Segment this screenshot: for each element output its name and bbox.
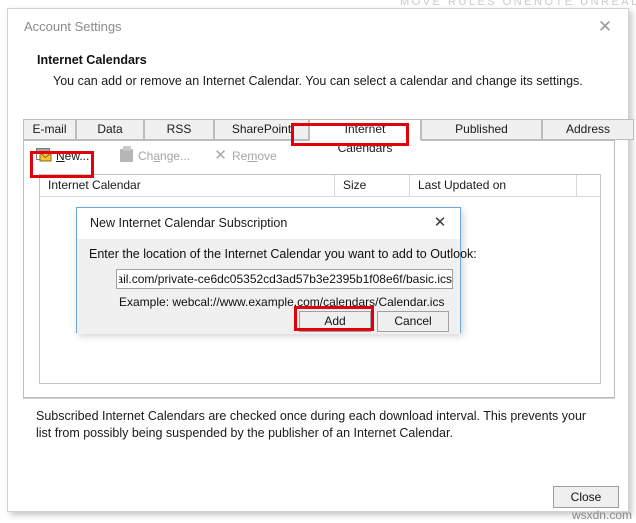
tab-label: Internet Calendars <box>337 122 393 155</box>
background-ribbon-text: MOVE RULES ONENOTE UNREAD FOLLOW <box>400 0 636 8</box>
tab-sharepoint-lists[interactable]: SharePoint Lists <box>214 119 309 155</box>
header-subtext: You can add or remove an Internet Calend… <box>53 74 583 88</box>
new-internet-calendar-subscription-dialog: New Internet Calendar Subscription ✕ Ent… <box>76 207 477 334</box>
description-box: Subscribed Internet Calendars are checke… <box>23 398 615 478</box>
site-watermark: wsxdn.com <box>571 508 632 522</box>
description-text: Subscribed Internet Calendars are checke… <box>36 409 587 440</box>
close-button[interactable]: Close <box>553 486 619 508</box>
add-button[interactable]: Add <box>299 311 371 332</box>
remove-x-icon: ✕ <box>214 147 227 164</box>
toolbar: New... Change... ✕ Remove <box>24 141 614 172</box>
column-header-label: Internet Calendar <box>48 178 141 192</box>
modal-example-label: Example: webcal://www.example.com/calend… <box>119 295 445 309</box>
header-heading: Internet Calendars <box>37 53 147 67</box>
tabstrip: E-mail Data Files RSS Feeds SharePoint L… <box>23 119 634 155</box>
close-icon[interactable]: ✕ <box>592 15 618 39</box>
modal-titlebar: New Internet Calendar Subscription ✕ <box>77 208 460 239</box>
tab-label: E-mail <box>32 122 67 136</box>
change-button-label: Change... <box>138 149 191 163</box>
modal-body: Enter the location of the Internet Calen… <box>77 239 477 334</box>
list-header-row: Internet Calendar Size Last Updated on <box>40 175 600 197</box>
tab-published-calendars[interactable]: Published Calendars <box>421 119 542 155</box>
column-header-label: Last Updated on <box>418 178 507 192</box>
window-titlebar: Account Settings ✕ <box>8 9 628 45</box>
tab-internet-calendars[interactable]: Internet Calendars <box>309 119 421 155</box>
tab-email[interactable]: E-mail <box>23 119 76 140</box>
page-title: Account Settings <box>24 19 122 34</box>
column-header-last-updated-on[interactable]: Last Updated on <box>410 175 577 197</box>
remove-button-label: Remove <box>232 149 277 163</box>
new-button[interactable]: New... <box>36 146 89 166</box>
modal-prompt-label: Enter the location of the Internet Calen… <box>89 247 477 261</box>
new-calendar-icon <box>36 148 52 163</box>
account-settings-window: Account Settings ✕ Internet Calendars Yo… <box>7 8 634 512</box>
change-icon <box>120 146 133 162</box>
column-header-label: Size <box>343 178 367 192</box>
modal-title: New Internet Calendar Subscription <box>90 216 288 230</box>
close-icon[interactable]: ✕ <box>428 212 452 234</box>
remove-button[interactable]: ✕ Remove <box>214 146 277 166</box>
change-button[interactable]: Change... <box>120 146 190 166</box>
column-header-internet-calendar[interactable]: Internet Calendar <box>40 175 335 197</box>
tab-rss-feeds[interactable]: RSS Feeds <box>144 119 214 155</box>
tab-address-books[interactable]: Address Books <box>542 119 634 155</box>
tab-data-files[interactable]: Data Files <box>76 119 144 155</box>
new-button-label: New... <box>56 149 90 163</box>
cancel-button[interactable]: Cancel <box>377 311 449 332</box>
column-header-size[interactable]: Size <box>335 175 410 197</box>
column-header-spacer[interactable] <box>577 175 601 197</box>
calendar-url-input[interactable] <box>116 269 453 289</box>
